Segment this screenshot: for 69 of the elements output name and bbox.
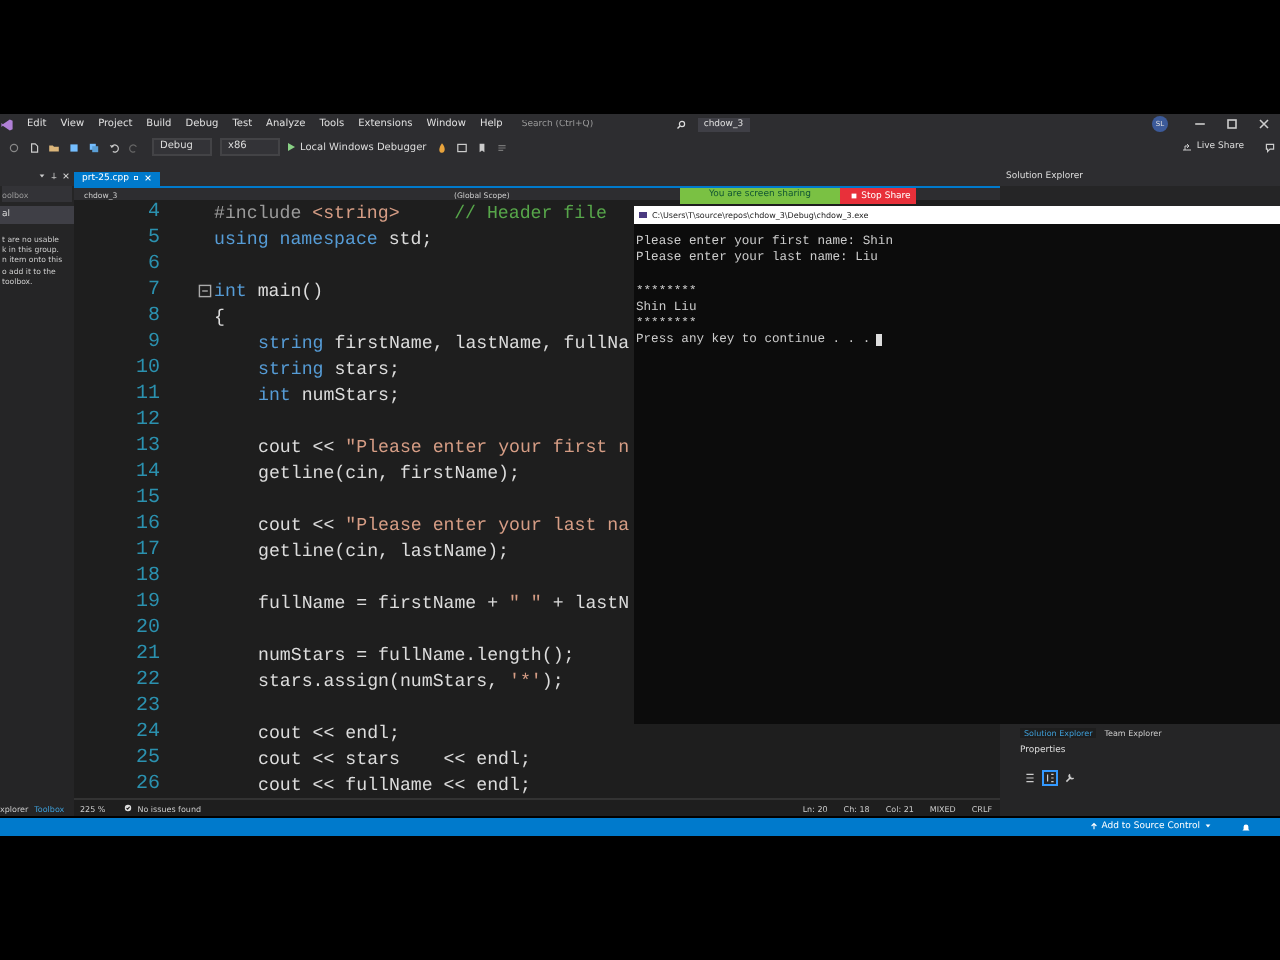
wrench-icon[interactable] — [1064, 772, 1076, 784]
code-line: string stars; — [256, 358, 400, 380]
line-number: 24 — [133, 722, 160, 744]
line-number: 13 — [133, 436, 160, 458]
categorized-icon[interactable] — [1024, 772, 1036, 784]
line-number: 19 — [133, 592, 160, 614]
line-number: 15 — [133, 488, 160, 510]
line-number: 5 — [145, 228, 160, 250]
dropdown-icon[interactable] — [38, 172, 46, 180]
close-icon[interactable] — [1256, 116, 1272, 132]
undo-icon[interactable] — [108, 141, 120, 153]
line-number: 18 — [133, 566, 160, 588]
logo-icon — [0, 117, 14, 131]
code-line: getline(cin, lastName); — [256, 540, 510, 562]
collapse-icon[interactable] — [198, 284, 212, 298]
code-line: { — [214, 306, 225, 328]
code-line: numStars = fullName.length(); — [256, 644, 575, 666]
sort-icon[interactable] — [1044, 772, 1056, 784]
line-number: 6 — [145, 254, 160, 276]
code-line: string firstName, lastName, fullNa — [256, 332, 630, 354]
feedback-icon[interactable] — [1264, 141, 1276, 153]
new-file-icon[interactable] — [28, 141, 40, 153]
line-number: 23 — [133, 696, 160, 718]
code-line: cout << stars << endl; — [256, 748, 531, 770]
code-line: int main() — [214, 280, 324, 302]
line-number: 25 — [133, 748, 160, 770]
code-line: cout << "Please enter your first n — [256, 436, 630, 458]
code-line: cout << "Please enter your last na — [256, 514, 630, 536]
line-number: 16 — [133, 514, 160, 536]
console-icon — [638, 210, 648, 220]
line-number: 22 — [133, 670, 160, 692]
line-number: 26 — [133, 774, 160, 796]
line-number: 11 — [133, 384, 160, 406]
code-line: #include <string> // Header file — [214, 202, 607, 224]
line-number: 9 — [145, 332, 160, 354]
line-number: 21 — [133, 644, 160, 666]
line-number: 4 — [145, 202, 160, 224]
code-line: getline(cin, firstName); — [256, 462, 520, 484]
code-line: int numStars; — [256, 384, 400, 406]
code-line: cout << endl; — [256, 722, 400, 744]
comment-icon[interactable] — [496, 141, 509, 153]
share-icon — [1182, 142, 1193, 152]
text-cursor — [876, 333, 883, 346]
line-number: 12 — [133, 410, 160, 432]
save-all-icon[interactable] — [88, 141, 100, 153]
line-number: 17 — [133, 540, 160, 562]
stop-icon — [849, 192, 858, 200]
back-icon[interactable] — [8, 141, 20, 153]
fire-icon[interactable] — [436, 141, 449, 153]
code-line: stars.assign(numStars, '*'); — [256, 670, 564, 692]
window-icon[interactable] — [456, 141, 469, 153]
code-line: cout << fullName << endl; — [256, 774, 531, 796]
line-number: 20 — [133, 618, 160, 640]
save-icon[interactable] — [68, 141, 80, 153]
line-number: 8 — [145, 306, 160, 328]
close-icon[interactable] — [62, 172, 70, 180]
upload-icon — [1089, 821, 1098, 830]
play-icon — [286, 142, 296, 152]
pin-icon[interactable] — [50, 172, 58, 180]
line-number: 10 — [133, 358, 160, 380]
bookmark-icon[interactable] — [476, 141, 489, 153]
code-line: fullName = firstName + " " + lastN — [256, 592, 630, 614]
code-line: using namespace std; — [214, 228, 433, 250]
line-number: 14 — [133, 462, 160, 484]
line-number: 7 — [145, 280, 160, 302]
folder-icon[interactable] — [48, 141, 60, 153]
maximize-icon[interactable] — [1224, 116, 1240, 132]
bell-icon[interactable] — [1240, 821, 1252, 833]
search-icon[interactable] — [675, 119, 686, 129]
